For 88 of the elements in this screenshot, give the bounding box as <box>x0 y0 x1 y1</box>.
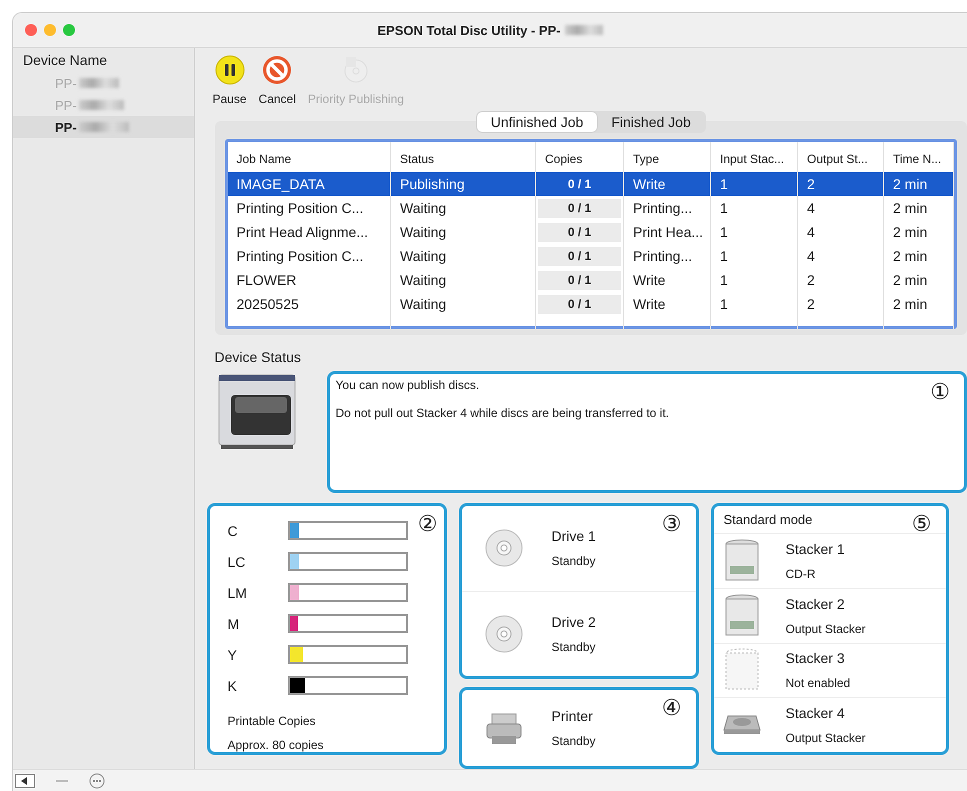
table-cell: 4 <box>798 244 884 268</box>
disc-icon <box>484 528 524 568</box>
table-cell: 1 <box>710 172 798 196</box>
table-cell: Waiting <box>390 268 536 292</box>
table-cell: Printing Position C... <box>228 244 390 268</box>
callout-number: ④ <box>662 696 682 721</box>
table-cell: 2 min <box>884 172 954 196</box>
ink-label: C <box>228 522 239 538</box>
toolbar-button[interactable]: Cancel <box>258 54 296 111</box>
stacker-name: Stacker 2 <box>786 596 846 612</box>
table-cell: 1 <box>710 292 798 316</box>
table-cell: 1 <box>710 220 798 244</box>
callout-number: ⑤ <box>912 512 932 537</box>
copies-cell: 0 / 1 <box>538 270 621 290</box>
tray-icon <box>722 715 762 736</box>
device-status: Standby <box>552 554 596 568</box>
window-title: EPSON Total Disc Utility - PP- <box>377 22 561 38</box>
stacker-status: Output Stacker <box>786 622 866 636</box>
table-cell: IMAGE_DATA <box>228 172 390 196</box>
disc-icon <box>484 614 524 654</box>
copies-cell: 0 / 1 <box>538 222 621 242</box>
device-status: Standby <box>552 640 596 654</box>
device-name: Drive 2 <box>552 614 596 630</box>
copies-cell: 0 / 1 <box>538 198 621 218</box>
table-cell: Write <box>624 292 710 316</box>
table-cell: 2 <box>798 172 884 196</box>
device-item[interactable]: PP- <box>13 116 194 138</box>
copies-cell: 0 / 1 <box>538 294 621 314</box>
pause-icon <box>214 54 246 86</box>
ink-label: LM <box>228 584 248 600</box>
section-title: Device Status <box>214 348 302 367</box>
table-cell: Write <box>624 172 710 196</box>
stacker-name: Stacker 1 <box>786 540 845 557</box>
stacker-status: Output Stacker <box>786 731 866 746</box>
table-cell: 2 min <box>884 196 954 220</box>
ink-label: M <box>228 616 240 632</box>
table-cell: Print Hea... <box>624 220 710 244</box>
table-cell: 2 <box>798 292 884 316</box>
device-name: Drive 1 <box>552 528 596 544</box>
status-message: You can now publish discs. <box>336 378 480 392</box>
table-cell: 2 min <box>884 268 954 292</box>
stacker-name: Stacker 3 <box>786 650 846 666</box>
table-cell: Waiting <box>390 220 536 244</box>
table-cell: 1 <box>710 268 798 292</box>
table-cell: Waiting <box>390 292 536 316</box>
more-icon <box>89 773 105 789</box>
zoom-button[interactable] <box>63 24 75 36</box>
table-cell: 4 <box>798 196 884 220</box>
device-status: Standby <box>552 734 596 748</box>
table-cell: 1 <box>710 244 798 268</box>
table-cell: Print Head Alignme... <box>228 220 390 244</box>
stacker-status: CD-R <box>786 566 816 581</box>
table-cell: 2 min <box>884 244 954 268</box>
table-cell: Waiting <box>390 196 536 220</box>
ink-label: K <box>228 678 238 694</box>
device-name: Printer <box>552 708 594 724</box>
table-cell: 2 min <box>884 220 954 244</box>
toolbar-button[interactable]: Pause <box>212 54 247 111</box>
tab[interactable]: Unfinished Job <box>476 112 598 132</box>
table-cell: 20250525 <box>228 292 390 316</box>
table-cell: Waiting <box>390 244 536 268</box>
printable-copies-label: Printable Copies <box>228 714 317 728</box>
table-cell: Publishing <box>390 172 536 196</box>
table-cell: Printing... <box>624 196 710 220</box>
status-message: Do not pull out Stacker 4 while discs are being transferred to it. <box>336 406 670 420</box>
cancel-icon <box>261 54 294 86</box>
stacker-name: Stacker 4 <box>786 705 846 722</box>
tab[interactable]: Finished Job <box>597 112 705 132</box>
ink-label: Y <box>228 646 238 662</box>
table-cell: Printing Position C... <box>228 196 390 220</box>
table-cell: 2 min <box>884 292 954 316</box>
printable-copies-value: Approx. 80 copies <box>228 738 325 752</box>
table-cell: Write <box>624 268 710 292</box>
table-cell: Printing... <box>624 244 710 268</box>
table-cell: 4 <box>798 220 884 244</box>
sidebar-title: Device Name <box>22 52 108 70</box>
callout-number: ① <box>930 380 950 405</box>
stacker-status: Not enabled <box>786 676 850 690</box>
minimize-button[interactable] <box>44 24 56 36</box>
table-cell: 1 <box>710 196 798 220</box>
close-button[interactable] <box>25 24 37 36</box>
callout-number: ② <box>418 512 438 537</box>
ink-label: LC <box>228 554 246 570</box>
redacted-block <box>564 25 603 35</box>
table-cell: 2 <box>798 268 884 292</box>
callout-number: ③ <box>662 512 682 537</box>
table-cell: FLOWER <box>228 268 390 292</box>
copies-cell: 0 / 1 <box>538 246 621 266</box>
